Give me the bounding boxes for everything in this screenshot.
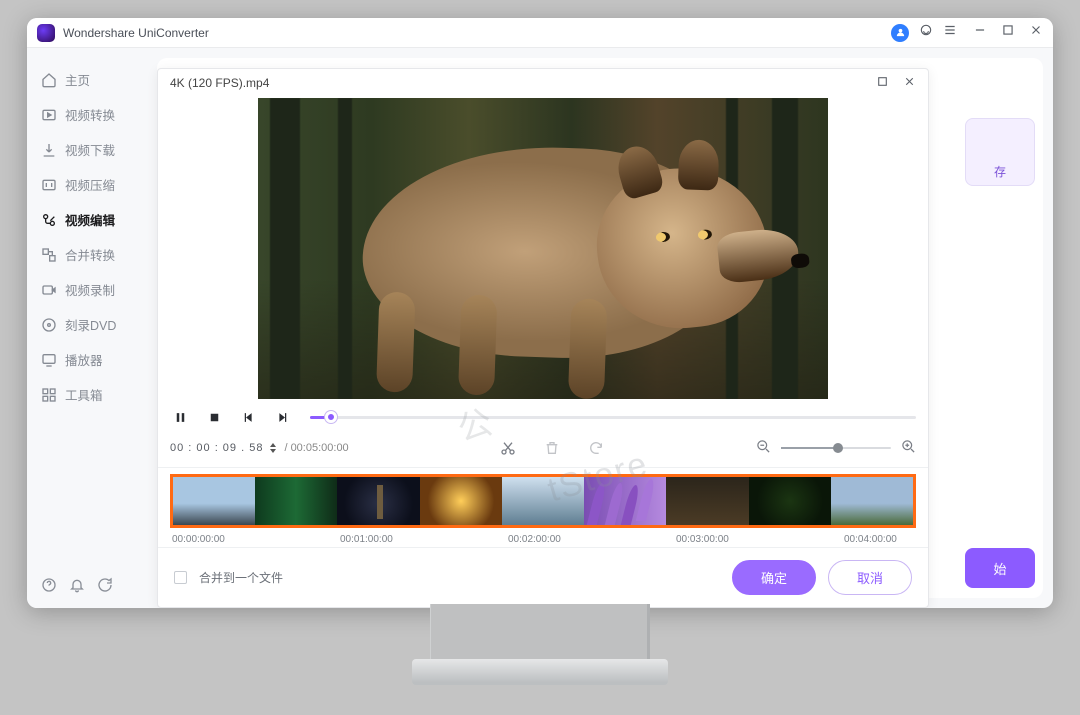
timeline-thumb (749, 477, 831, 525)
sidebar-item-label: 视频编辑 (65, 210, 115, 229)
support-icon[interactable] (919, 23, 933, 42)
tick-label: 00:02:00:00 (508, 534, 676, 545)
prev-frame-button[interactable] (238, 407, 258, 427)
sidebar-item-player[interactable]: 播放器 (27, 342, 157, 377)
timeline-thumb (173, 477, 255, 525)
editor-close-icon[interactable] (903, 75, 916, 91)
feedback-icon[interactable] (97, 577, 113, 598)
app-title: Wondershare UniConverter (63, 26, 891, 40)
sidebar-item-label: 主页 (65, 70, 90, 89)
seek-bar[interactable] (310, 416, 916, 419)
timeline-thumb (420, 477, 502, 525)
app-window: Wondershare UniConverter 主页 视频转换 视频下载 视频… (27, 18, 1053, 608)
account-icon[interactable] (891, 24, 909, 42)
cancel-button[interactable]: 取消 (828, 560, 912, 595)
tick-label: 00:04:00:00 (844, 534, 914, 545)
cut-icon[interactable] (500, 440, 516, 456)
minimize-icon[interactable] (973, 23, 987, 42)
timeline-thumb (337, 477, 419, 525)
delete-icon[interactable] (544, 440, 560, 456)
pause-button[interactable] (170, 407, 190, 427)
merge-label: 合并到一个文件 (199, 569, 720, 586)
close-icon[interactable] (1029, 23, 1043, 42)
current-time-input[interactable]: 00 : 00 : 09 . 58 (170, 442, 276, 454)
maximize-icon[interactable] (1001, 23, 1015, 42)
sidebar-item-label: 刻录DVD (65, 315, 116, 334)
start-button[interactable]: 始 (965, 548, 1035, 588)
next-frame-button[interactable] (272, 407, 292, 427)
timeline: 片段 1 00:00:00:00 00:01:00:00 00:02:00:00… (158, 468, 928, 547)
sidebar-item-record[interactable]: 视频录制 (27, 272, 157, 307)
time-stepper[interactable] (270, 443, 276, 453)
editor-maximize-icon[interactable] (876, 75, 889, 91)
timeline-thumb (584, 477, 666, 525)
tick-label: 00:01:00:00 (340, 534, 508, 545)
title-bar: Wondershare UniConverter (27, 18, 1053, 48)
editor-file-title: 4K (120 FPS).mp4 (170, 76, 269, 90)
sidebar-item-label: 工具箱 (65, 385, 103, 404)
sidebar-footer (27, 567, 157, 608)
sidebar-item-label: 视频录制 (65, 280, 115, 299)
sidebar-item-home[interactable]: 主页 (27, 62, 157, 97)
sidebar-item-download[interactable]: 视频下载 (27, 132, 157, 167)
merge-checkbox[interactable] (174, 571, 187, 584)
menu-icon[interactable] (943, 23, 957, 42)
editor-titlebar: 4K (120 FPS).mp4 (158, 69, 928, 98)
zoom-controls (756, 439, 916, 457)
monitor-stand (430, 604, 650, 664)
tick-label: 00:03:00:00 (676, 534, 844, 545)
sidebar-item-convert[interactable]: 视频转换 (27, 97, 157, 132)
preset-card[interactable]: 存 (965, 118, 1035, 186)
time-tool-row: 00 : 00 : 09 . 58 / 00:05:00:00 (158, 435, 928, 468)
sidebar-item-label: 播放器 (65, 350, 103, 369)
timeline-thumb (666, 477, 748, 525)
bell-icon[interactable] (69, 577, 85, 598)
sidebar-item-compress[interactable]: 视频压缩 (27, 167, 157, 202)
timeline-thumb (831, 477, 913, 525)
zoom-slider[interactable] (781, 447, 891, 449)
help-icon[interactable] (41, 577, 57, 598)
sidebar-item-merge[interactable]: 合并转换 (27, 237, 157, 272)
sidebar: 主页 视频转换 视频下载 视频压缩 视频编辑 合并转换 视频录制 刻录DVD 播… (27, 48, 157, 608)
editor-footer: 合并到一个文件 确定 取消 (158, 547, 928, 607)
sidebar-item-label: 视频压缩 (65, 175, 115, 194)
timeline-thumb (502, 477, 584, 525)
sidebar-item-burn[interactable]: 刻录DVD (27, 307, 157, 342)
video-preview[interactable] (258, 98, 828, 399)
sidebar-item-toolbox[interactable]: 工具箱 (27, 377, 157, 412)
tick-label: 00:00:00:00 (172, 534, 340, 545)
stop-button[interactable] (204, 407, 224, 427)
clip-strip[interactable]: 片段 1 (170, 474, 916, 528)
zoom-out-icon[interactable] (756, 439, 771, 457)
sidebar-item-edit[interactable]: 视频编辑 (27, 202, 157, 237)
sidebar-item-label: 合并转换 (65, 245, 115, 264)
redo-icon[interactable] (588, 440, 604, 456)
playback-controls (158, 399, 928, 435)
sidebar-item-label: 视频下载 (65, 140, 115, 159)
app-logo (37, 24, 55, 42)
video-editor-window: 4K (120 FPS).mp4 (157, 68, 929, 608)
sidebar-item-label: 视频转换 (65, 105, 115, 124)
duration-label: / 00:05:00:00 (284, 442, 348, 454)
timeline-thumb (255, 477, 337, 525)
monitor-base (412, 659, 668, 685)
ok-button[interactable]: 确定 (732, 560, 816, 595)
zoom-in-icon[interactable] (901, 439, 916, 457)
timeline-ticks: 00:00:00:00 00:01:00:00 00:02:00:00 00:0… (170, 528, 916, 545)
